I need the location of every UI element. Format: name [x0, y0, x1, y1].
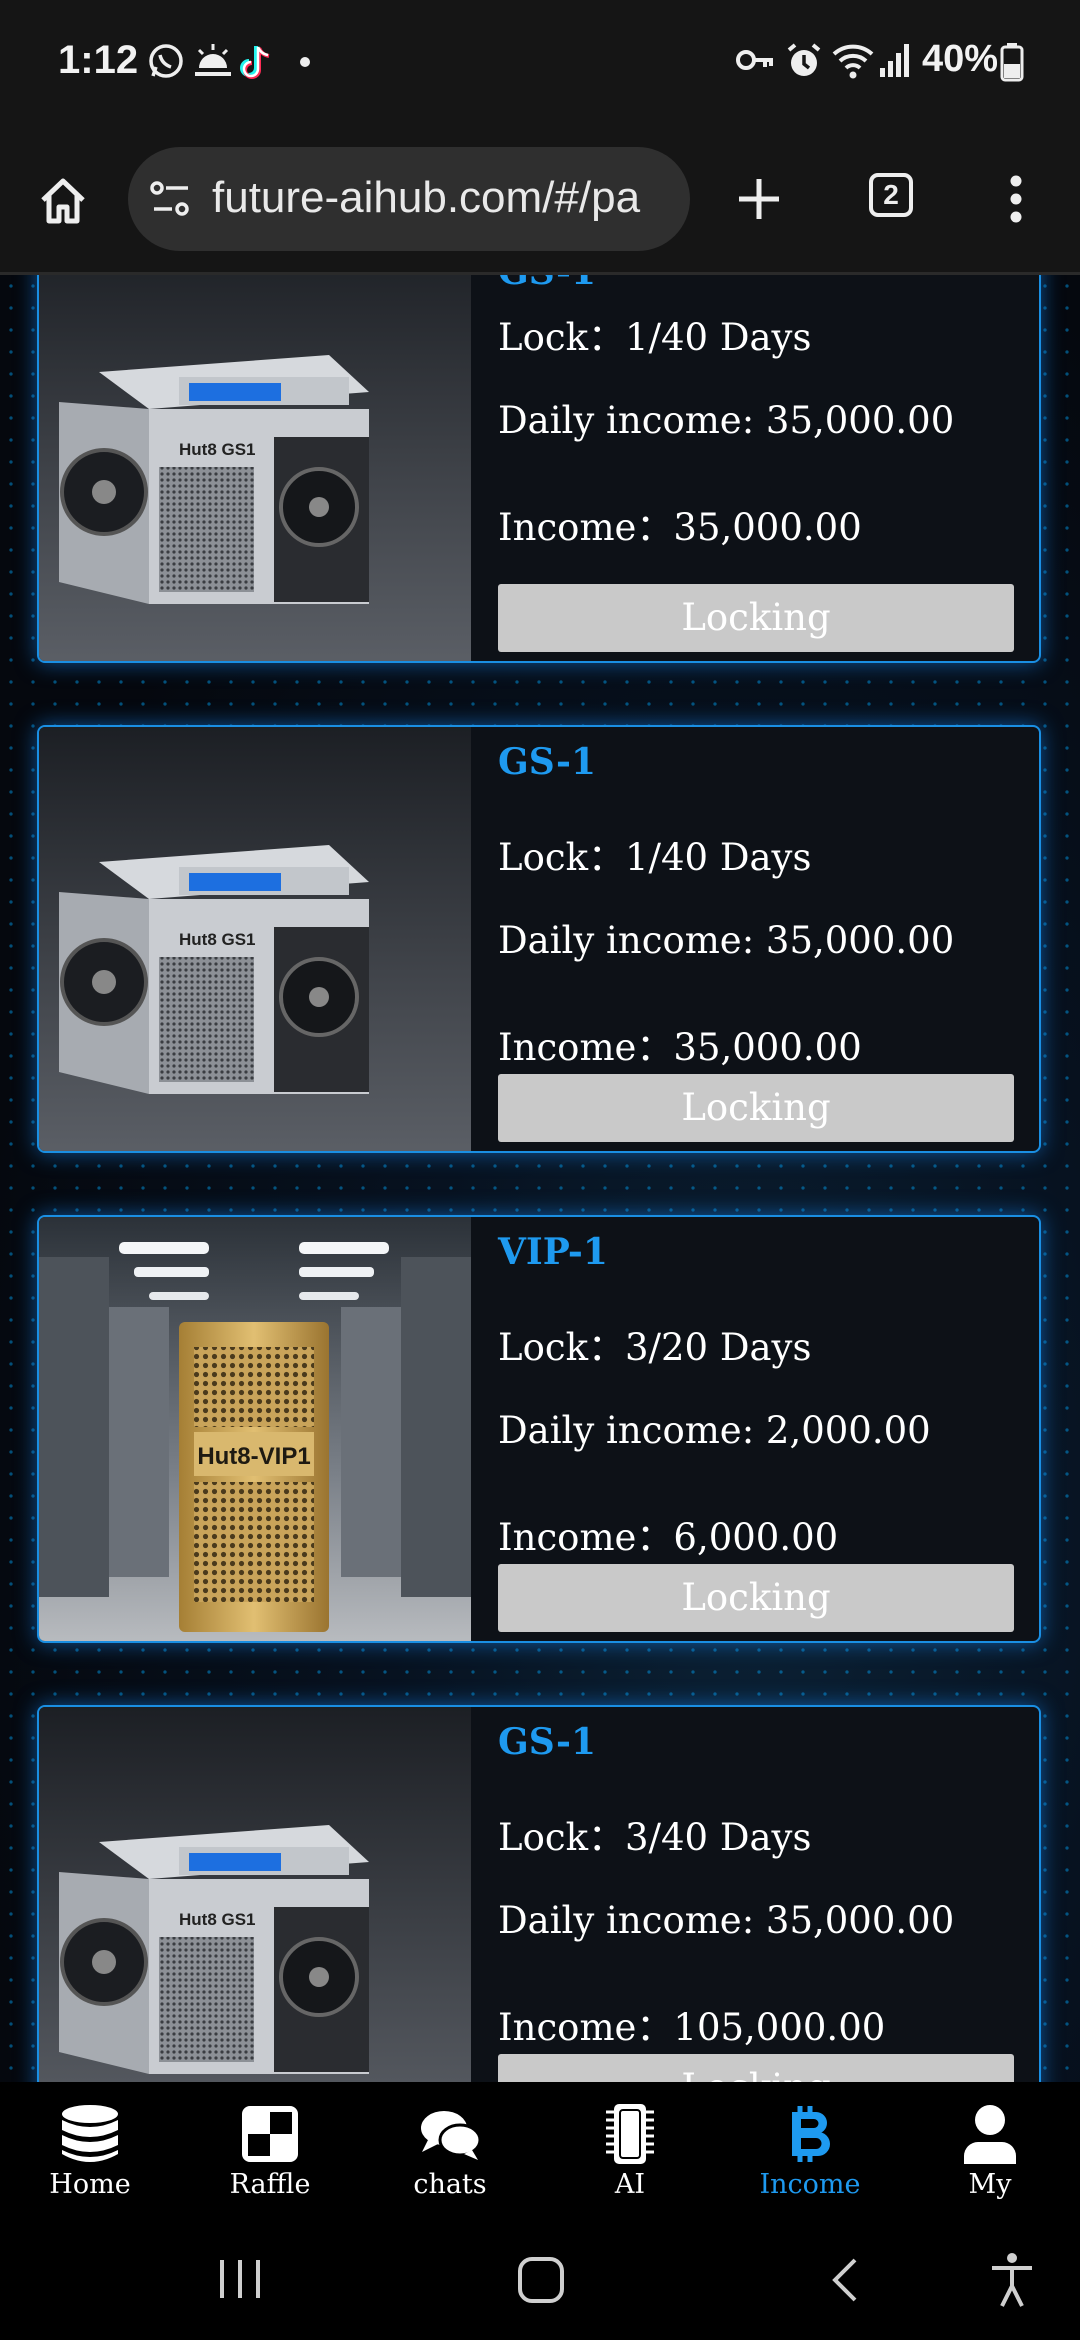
- plan-info: VIP-1 Lock：3/20 Days Daily income: 2,000…: [498, 1217, 1039, 1641]
- status-time: 1:12: [58, 38, 139, 82]
- nav-raffle[interactable]: Raffle: [180, 2082, 360, 2220]
- locking-button[interactable]: Locking: [498, 1074, 1014, 1142]
- locking-button[interactable]: Locking: [498, 1564, 1014, 1632]
- daily-income: Daily income: 2,000.00: [498, 1409, 931, 1452]
- plan-card: Hut8 GS1 GS-1 Lock：1/40 Days Daily incom…: [37, 725, 1041, 1153]
- battery-percent: 40%: [922, 38, 999, 80]
- daily-income: Daily income: 35,000.00: [498, 399, 955, 442]
- locking-button[interactable]: Locking: [498, 2054, 1014, 2082]
- plan-info: GS-1 Lock：1/40 Days Daily income: 35,000…: [498, 727, 1039, 1151]
- plan-name: GS-1: [498, 1721, 597, 1763]
- chat-bubbles-icon: [421, 2111, 482, 2160]
- lock-days: Lock：3/40 Days: [498, 1816, 812, 1859]
- nav-label: AI: [614, 2169, 646, 2200]
- total-income: Income：105,000.00: [498, 2006, 886, 2049]
- chip-icon: [606, 2104, 654, 2164]
- signal-icon: [880, 44, 909, 77]
- checker-icon: [242, 2106, 298, 2162]
- plan-name: GS-1: [498, 275, 596, 293]
- plan-list: Hut8 GS1 GS-1 Lock：1/40 Days Daily incom…: [0, 275, 1080, 2082]
- nav-ai[interactable]: AI: [540, 2082, 720, 2220]
- tiktok-icon: [240, 46, 270, 79]
- total-income: Income：6,000.00: [498, 1516, 839, 1559]
- lock-days: Lock：3/20 Days: [498, 1326, 812, 1369]
- system-home-icon[interactable]: [517, 2256, 565, 2304]
- miner-label: Hut8 GS1: [179, 1910, 256, 1929]
- recent-apps-icon[interactable]: [218, 2256, 262, 2302]
- wifi-icon: [832, 44, 874, 79]
- nav-label: Raffle: [229, 2169, 311, 2200]
- site-settings-icon[interactable]: [150, 179, 194, 219]
- plan-info: GS-1 Lock：3/40 Days Daily income: 35,000…: [498, 1707, 1039, 2082]
- home-icon[interactable]: [38, 176, 88, 226]
- daily-income: Daily income: 35,000.00: [498, 1899, 955, 1942]
- miner-label: Hut8-VIP1: [197, 1443, 310, 1470]
- plan-card: Hut8-VIP1 VIP-1 Lock：3/20 Days Daily inc…: [37, 1215, 1041, 1643]
- nav-chats[interactable]: chats: [360, 2082, 540, 2220]
- miner-image: Hut8 GS1: [39, 1707, 471, 2082]
- total-income: Income：35,000.00: [498, 1026, 862, 1069]
- miner-image: Hut8-VIP1: [39, 1217, 471, 1641]
- miner-label: Hut8 GS1: [179, 930, 256, 949]
- user-icon: [964, 2105, 1016, 2164]
- system-navigation-bar: [0, 2220, 1080, 2340]
- more-menu-icon[interactable]: [1008, 174, 1024, 224]
- tab-switcher-button[interactable]: 2: [869, 173, 913, 217]
- plan-name: GS-1: [498, 741, 597, 783]
- key-icon: [736, 50, 773, 70]
- bottom-navigation: Home Raffle chats AI Income My: [0, 2082, 1080, 2220]
- daily-income: Daily income: 35,000.00: [498, 919, 955, 962]
- back-icon[interactable]: [829, 2256, 859, 2304]
- lock-days: Lock：1/40 Days: [498, 316, 812, 359]
- bitcoin-icon: [792, 2106, 830, 2162]
- miner-image: Hut8 GS1: [39, 727, 471, 1151]
- nav-label: Home: [49, 2169, 131, 2200]
- nav-income[interactable]: Income: [720, 2082, 900, 2220]
- nav-label: Income: [759, 2169, 861, 2200]
- alarm-icon: [787, 43, 821, 76]
- accessibility-icon[interactable]: [990, 2252, 1034, 2308]
- total-income: Income：35,000.00: [498, 506, 862, 549]
- plan-card: Hut8 GS1 GS-1 Lock：1/40 Days Daily incom…: [37, 275, 1041, 663]
- nav-home[interactable]: Home: [0, 2082, 180, 2220]
- plan-name: VIP-1: [498, 1231, 608, 1273]
- whatsapp-icon: [149, 44, 183, 78]
- status-bar: 1:12 40%: [0, 0, 1080, 130]
- browser-toolbar: future-aihub.com/#/pa 2: [0, 130, 1080, 275]
- weather-sunrise-icon: [195, 44, 231, 76]
- database-icon: [62, 2105, 118, 2162]
- notification-dot-icon: [300, 57, 310, 67]
- lock-days: Lock：1/40 Days: [498, 836, 812, 879]
- new-tab-icon[interactable]: [736, 176, 782, 222]
- nav-label: chats: [413, 2169, 487, 2200]
- nav-label: My: [968, 2169, 1012, 2200]
- miner-label: Hut8 GS1: [179, 440, 256, 459]
- plan-card: Hut8 GS1 GS-1 Lock：3/40 Days Daily incom…: [37, 1705, 1041, 2082]
- locking-button[interactable]: Locking: [498, 584, 1014, 652]
- plan-info: GS-1 Lock：1/40 Days Daily income: 35,000…: [498, 275, 1039, 661]
- address-bar[interactable]: future-aihub.com/#/pa: [128, 147, 690, 251]
- nav-my[interactable]: My: [900, 2082, 1080, 2220]
- url-text[interactable]: future-aihub.com/#/pa: [212, 173, 640, 223]
- miner-image: Hut8 GS1: [39, 275, 471, 661]
- battery-icon: [1000, 43, 1024, 82]
